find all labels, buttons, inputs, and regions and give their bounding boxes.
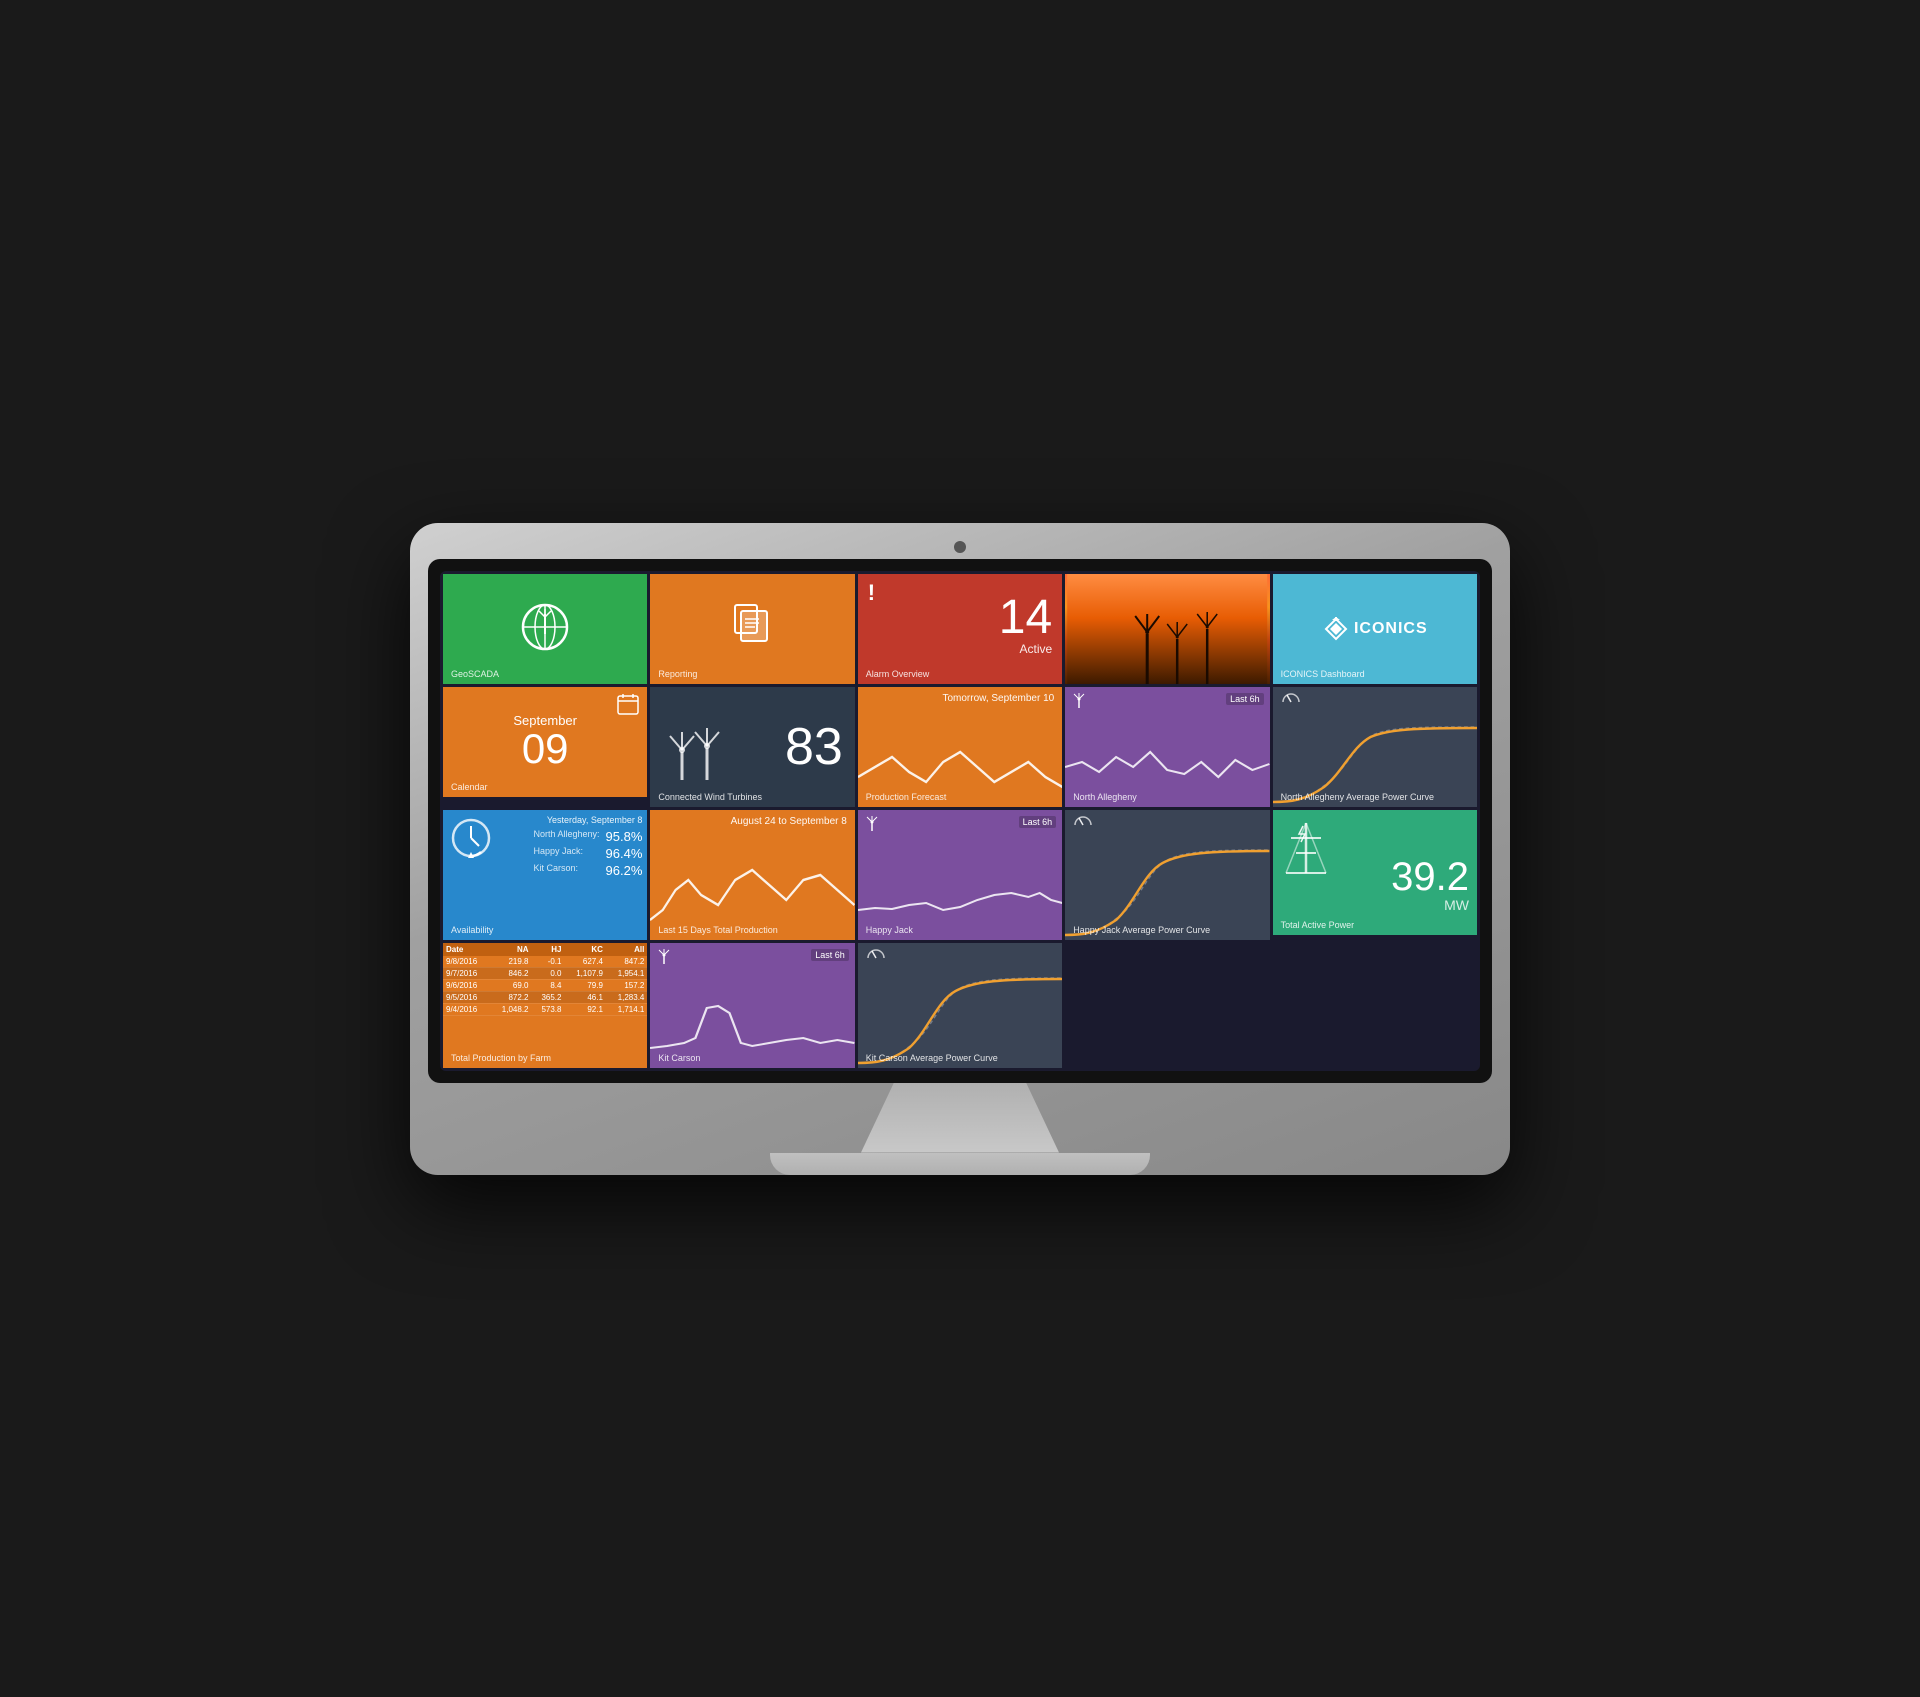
col-all: All xyxy=(606,943,647,956)
col-hj: HJ xyxy=(532,943,565,956)
table-row: 9/7/2016846.20.01,107.91,954.1 xyxy=(443,967,647,979)
speedometer-kc-icon xyxy=(866,947,886,962)
iconics-text: ICONICS xyxy=(1354,620,1428,638)
table-row: 9/5/2016872.2365.246.11,283.4 xyxy=(443,991,647,1003)
tile-active-power[interactable]: 39.2 MW Total Active Power xyxy=(1273,810,1477,935)
table-row: 9/6/201669.08.479.9157.2 xyxy=(443,979,647,991)
reporting-label: Reporting xyxy=(658,669,697,679)
avail-row-na: North Allegheny: 95.8% xyxy=(533,829,642,844)
col-na: NA xyxy=(490,943,531,956)
kc-power-curve-label: Kit Carson Average Power Curve xyxy=(866,1053,998,1063)
tile-iconics[interactable]: ICONICS ICONICS Dashboard xyxy=(1273,574,1477,684)
calendar-day: 09 xyxy=(522,728,569,770)
alarm-number: 14 xyxy=(999,594,1052,642)
hj-last6h-badge: Last 6h xyxy=(1019,816,1057,828)
active-power-unit: MW xyxy=(1391,897,1469,913)
kc-label: Kit Carson xyxy=(658,1053,700,1063)
avail-hj-val: 96.4% xyxy=(606,846,643,861)
iconics-label: ICONICS Dashboard xyxy=(1281,669,1365,679)
monitor-stand xyxy=(850,1083,1070,1153)
avail-na-val: 95.8% xyxy=(606,829,643,844)
tile-kit-carson[interactable]: Last 6h Kit Carson xyxy=(650,943,854,1068)
dashboard: GeoSCADA Repo xyxy=(440,571,1480,1071)
tile-north-allegheny[interactable]: Last 6h North Allegheny xyxy=(1065,687,1269,807)
clock-icon xyxy=(449,816,494,864)
hj-label: Happy Jack xyxy=(866,925,913,935)
geoscada-label: GeoSCADA xyxy=(451,669,499,679)
tile-hj-power-curve[interactable]: Happy Jack Average Power Curve xyxy=(1065,810,1269,940)
turbine-small-icon xyxy=(1071,692,1087,711)
tower-icon xyxy=(1281,818,1331,881)
table-row: 9/4/20161,048.2573.892.11,714.1 xyxy=(443,1003,647,1015)
iconics-logo: ICONICS xyxy=(1322,615,1428,643)
na-power-curve-label: North Allegheny Average Power Curve xyxy=(1281,792,1434,802)
avail-hj-name: Happy Jack: xyxy=(533,846,583,861)
active-power-label: Total Active Power xyxy=(1281,920,1355,930)
kc-last6h-badge: Last 6h xyxy=(811,949,849,961)
tile-calendar[interactable]: September 09 Calendar xyxy=(443,687,647,797)
tile-kc-power-curve[interactable]: Kit Carson Average Power Curve xyxy=(858,943,1062,1068)
turbine-count: 83 xyxy=(785,721,843,773)
active-power-number: 39.2 xyxy=(1391,857,1469,897)
tile-alarm[interactable]: ! 14 Active Alarm Overview xyxy=(858,574,1062,684)
globe-wind-icon xyxy=(517,599,573,658)
turbine-kc-icon xyxy=(656,948,672,967)
tile-happy-jack[interactable]: Last 6h Happy Jack xyxy=(858,810,1062,940)
alarm-active-text: Active xyxy=(999,642,1052,656)
last15-header: August 24 to September 8 xyxy=(731,816,847,827)
calendar-icon xyxy=(617,693,639,718)
avail-header: Yesterday, September 8 xyxy=(533,815,642,825)
turbines-label: Connected Wind Turbines xyxy=(658,792,762,802)
tile-production-forecast[interactable]: Tomorrow, September 10 Production Foreca… xyxy=(858,687,1062,807)
monitor-base xyxy=(770,1153,1150,1175)
availability-label: Availability xyxy=(451,925,493,935)
avail-row-kc: Kit Carson: 96.2% xyxy=(533,863,642,878)
avail-kc-val: 96.2% xyxy=(606,863,643,878)
production-farm-label: Total Production by Farm xyxy=(451,1053,551,1063)
col-date: Date xyxy=(443,943,490,956)
tile-na-power-curve[interactable]: North Allegheny Average Power Curve xyxy=(1273,687,1477,807)
speedometer-hj-icon xyxy=(1073,814,1093,829)
turbine-hj-icon xyxy=(864,815,880,834)
tile-photo xyxy=(1065,574,1269,684)
hj-power-curve-label: Happy Jack Average Power Curve xyxy=(1073,925,1210,935)
speedometer-icon xyxy=(1281,691,1301,706)
document-icon xyxy=(727,601,779,656)
tile-last15[interactable]: August 24 to September 8 Last 15 Days To… xyxy=(650,810,854,940)
exclamation-icon: ! xyxy=(868,580,875,606)
monitor-wrapper: GeoSCADA Repo xyxy=(410,523,1510,1175)
avail-na-name: North Allegheny: xyxy=(533,829,599,844)
na-label: North Allegheny xyxy=(1073,792,1137,802)
tile-availability[interactable]: Yesterday, September 8 North Allegheny: … xyxy=(443,810,647,940)
forecast-header: Tomorrow, September 10 xyxy=(942,693,1054,704)
production-table: Date NA HJ KC All 9/8/2016219.8-0.1627.4… xyxy=(443,943,647,1016)
alarm-label: Alarm Overview xyxy=(866,669,930,679)
col-kc: KC xyxy=(564,943,605,956)
na-last6h-badge: Last 6h xyxy=(1226,693,1264,705)
production-forecast-label: Production Forecast xyxy=(866,792,947,802)
last15-label: Last 15 Days Total Production xyxy=(658,925,777,935)
avail-kc-name: Kit Carson: xyxy=(533,863,578,878)
turbines-icon xyxy=(662,710,732,783)
table-row: 9/8/2016219.8-0.1627.4847.2 xyxy=(443,956,647,968)
tile-turbines[interactable]: 83 Connected Wind Turbines xyxy=(650,687,854,807)
tile-production-farm[interactable]: Date NA HJ KC All 9/8/2016219.8-0.1627.4… xyxy=(443,943,647,1068)
avail-row-hj: Happy Jack: 96.4% xyxy=(533,846,642,861)
calendar-label: Calendar xyxy=(451,782,488,792)
tile-geoscada[interactable]: GeoSCADA xyxy=(443,574,647,684)
tile-reporting[interactable]: Reporting xyxy=(650,574,854,684)
